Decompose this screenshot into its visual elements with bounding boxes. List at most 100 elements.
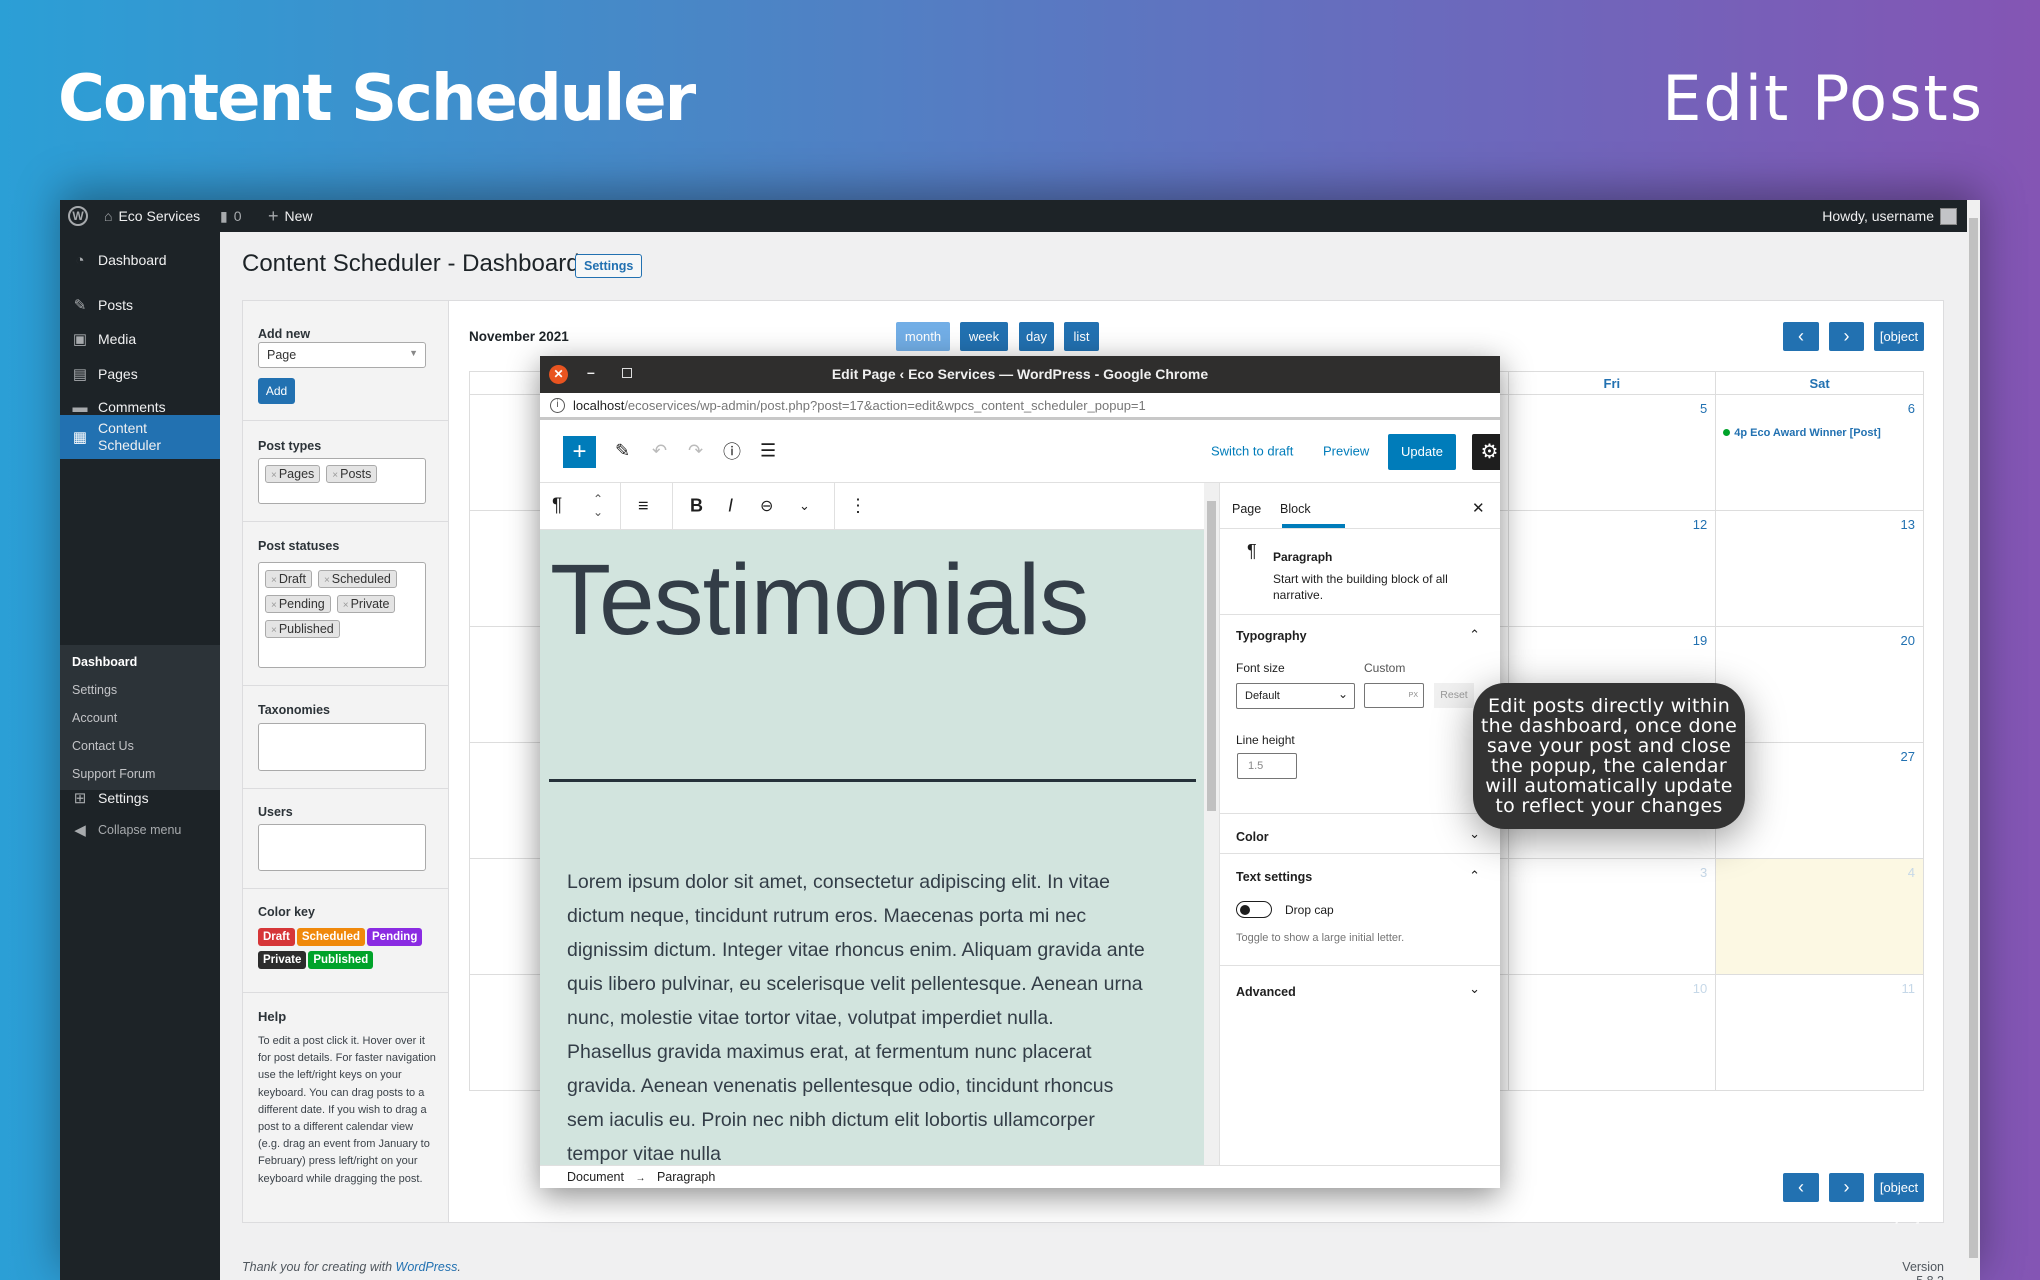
day-number[interactable]: 5: [1700, 401, 1707, 416]
more-formatting-chevron-icon[interactable]: ⌄: [799, 498, 810, 514]
text-settings-section-toggle[interactable]: Text settings: [1236, 870, 1312, 884]
post-status-tag[interactable]: × Scheduled: [317, 570, 397, 588]
italic-icon[interactable]: I: [728, 496, 733, 517]
sidebar-item-content-scheduler[interactable]: ▦ Content Scheduler: [60, 415, 220, 459]
typography-section-toggle[interactable]: Typography: [1236, 629, 1307, 643]
undo-icon[interactable]: ↶: [652, 441, 667, 462]
day-number[interactable]: 3: [1700, 865, 1707, 880]
view-day-button[interactable]: day: [1019, 322, 1054, 351]
move-up-down-icon[interactable]: ⌃ ⌄: [593, 493, 603, 519]
submenu-item-settings[interactable]: Settings: [72, 683, 117, 697]
today-button[interactable]: [object Object]: [1874, 322, 1924, 373]
remove-tag-icon[interactable]: ×: [271, 470, 277, 481]
day-number[interactable]: 13: [1901, 517, 1915, 532]
day-number[interactable]: 20: [1901, 633, 1915, 648]
editor-canvas[interactable]: ¶ ⌃ ⌄ ≡ B I ⊖ ⌄ ⋮ Testimonials Lorem ipsu…: [540, 483, 1219, 1165]
post-status-tag[interactable]: × Private: [336, 595, 396, 613]
view-week-button[interactable]: week: [960, 322, 1008, 351]
calendar-day-cell[interactable]: 27: [1715, 742, 1924, 859]
view-list-button[interactable]: list: [1064, 322, 1099, 351]
edit-pencil-icon[interactable]: ✎: [615, 441, 630, 462]
site-link[interactable]: ⌂ Eco Services: [104, 200, 200, 232]
calendar-day-cell[interactable]: 11: [1715, 974, 1924, 1091]
calendar-day-cell[interactable]: 12: [1507, 510, 1717, 627]
separator-block[interactable]: [549, 779, 1196, 782]
next-button[interactable]: ›: [1829, 322, 1864, 351]
post-statuses-field[interactable]: × Draft × Scheduled × Pending × Private × Publish…: [258, 562, 426, 668]
calendar-day-cell[interactable]: 6 4p Eco Award Winner [Post]: [1715, 394, 1924, 511]
calendar-day-cell[interactable]: 10: [1507, 974, 1717, 1091]
close-inspector-icon[interactable]: ✕: [1472, 499, 1485, 517]
new-content-link[interactable]: + New: [268, 200, 313, 232]
page-scrollbar[interactable]: [1967, 200, 1980, 1280]
sidebar-item-media[interactable]: ▣ Media: [60, 322, 220, 356]
link-icon[interactable]: ⊖: [760, 496, 773, 516]
editor-scrollbar[interactable]: [1204, 483, 1219, 1165]
breadcrumb-document[interactable]: Document: [567, 1170, 624, 1184]
today-button-bottom[interactable]: [object Object]: [1874, 1173, 1924, 1224]
day-number[interactable]: 19: [1693, 633, 1707, 648]
comments-link[interactable]: ▮ 0: [220, 200, 242, 232]
post-status-tag[interactable]: × Draft: [265, 570, 312, 588]
remove-tag-icon[interactable]: ×: [332, 470, 338, 481]
settings-button[interactable]: Settings: [575, 254, 643, 278]
post-status-tag[interactable]: × Pending: [265, 595, 331, 613]
bold-icon[interactable]: B: [690, 496, 703, 517]
day-number[interactable]: 4: [1908, 865, 1915, 880]
calendar-day-cell[interactable]: 4: [1715, 858, 1924, 975]
font-size-select[interactable]: Default ⌄: [1236, 683, 1355, 709]
next-button-bottom[interactable]: ›: [1829, 1173, 1864, 1202]
day-number[interactable]: 11: [1902, 981, 1916, 996]
day-number[interactable]: 6: [1908, 401, 1915, 416]
reset-button[interactable]: Reset: [1434, 683, 1474, 708]
info-icon[interactable]: i: [550, 398, 565, 413]
post-type-select[interactable]: Page ▼: [258, 342, 426, 368]
submenu-item-contact-us[interactable]: Contact Us: [72, 739, 134, 753]
url-bar[interactable]: i localhost/ecoservices/wp-admin/post.ph…: [540, 393, 1500, 420]
add-block-button[interactable]: +: [563, 436, 596, 468]
day-number[interactable]: 10: [1693, 981, 1707, 996]
chevron-down-icon[interactable]: ⌄: [1469, 826, 1480, 842]
submenu-item-account[interactable]: Account: [72, 711, 117, 725]
calendar-day-cell[interactable]: 3: [1507, 858, 1717, 975]
page-heading[interactable]: Testimonials: [550, 543, 1089, 658]
drop-cap-toggle[interactable]: [1236, 901, 1272, 918]
switch-to-draft-button[interactable]: Switch to draft: [1211, 444, 1293, 459]
remove-tag-icon[interactable]: ×: [343, 600, 349, 611]
chevron-up-icon[interactable]: ⌃: [1469, 868, 1480, 884]
redo-icon[interactable]: ↷: [688, 441, 703, 462]
tab-page[interactable]: Page: [1232, 502, 1261, 516]
breadcrumb-paragraph[interactable]: Paragraph: [657, 1170, 715, 1184]
custom-font-size-input[interactable]: PX: [1364, 683, 1424, 708]
taxonomies-field[interactable]: [258, 723, 426, 771]
post-type-tag[interactable]: × Pages: [265, 465, 321, 483]
remove-tag-icon[interactable]: ×: [271, 575, 277, 586]
prev-button-bottom[interactable]: ‹: [1783, 1173, 1819, 1202]
day-number[interactable]: 27: [1901, 749, 1915, 764]
sidebar-item-collapse-menu[interactable]: ◀ Collapse menu: [60, 813, 220, 847]
remove-tag-icon[interactable]: ×: [271, 625, 277, 636]
wordpress-logo-icon[interactable]: W: [68, 200, 88, 232]
post-type-tag[interactable]: × Posts: [326, 465, 378, 483]
submenu-item-dashboard[interactable]: Dashboard: [72, 655, 137, 669]
wordpress-link[interactable]: WordPress: [396, 1260, 458, 1274]
calendar-event[interactable]: 4p Eco Award Winner [Post]: [1723, 427, 1881, 439]
sidebar-item-pages[interactable]: ▤ Pages: [60, 357, 220, 391]
sidebar-item-dashboard[interactable]: ◔ Dashboard: [60, 243, 220, 277]
details-info-icon[interactable]: ⓘ: [723, 438, 741, 464]
add-button[interactable]: Add: [258, 378, 295, 404]
settings-gear-button[interactable]: ⚙: [1472, 434, 1500, 470]
chevron-down-icon[interactable]: ⌄: [1469, 981, 1480, 997]
color-section-toggle[interactable]: Color: [1236, 830, 1269, 844]
advanced-section-toggle[interactable]: Advanced: [1236, 985, 1296, 999]
prev-button[interactable]: ‹: [1783, 322, 1819, 351]
post-types-field[interactable]: × Pages × Posts: [258, 458, 426, 504]
day-number[interactable]: 12: [1693, 517, 1707, 532]
update-button[interactable]: Update: [1388, 434, 1456, 470]
tab-block[interactable]: Block: [1280, 502, 1311, 516]
calendar-day-cell[interactable]: 13: [1715, 510, 1924, 627]
users-field[interactable]: [258, 824, 426, 871]
sidebar-item-posts[interactable]: ✎ Posts: [60, 288, 220, 322]
paragraph-icon[interactable]: ¶: [552, 495, 562, 517]
account-menu[interactable]: Howdy, username: [1822, 200, 1957, 232]
